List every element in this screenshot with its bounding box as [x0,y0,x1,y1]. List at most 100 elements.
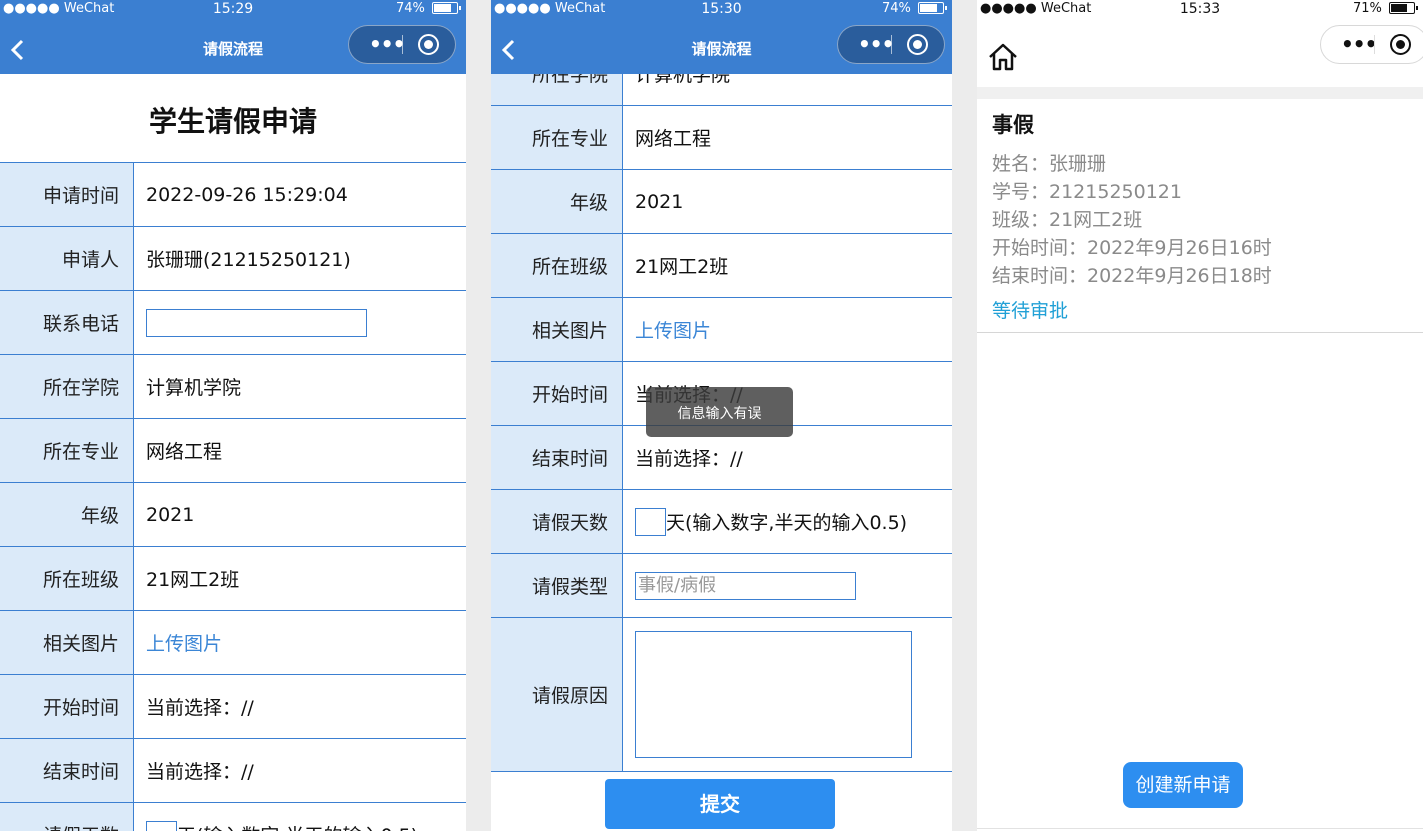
status-bar: ●●●●● WeChat 15:30 74% [491,0,952,18]
grade-value: 2021 [146,503,195,526]
form-row-class: 所在班级 21网工2班 [0,547,466,611]
form-row-apply-time: 申请时间 2022-09-26 15:29:04 [0,163,466,227]
form-row-grade: 年级 2021 [491,170,952,234]
field-label: 相关图片 [0,611,134,674]
status-bar: ●●●●● WeChat 15:33 71% [977,0,1423,18]
field-label: 申请时间 [0,163,134,226]
days-hint: 天(输入数字,半天的输入0.5) [666,512,908,534]
form-row-days: 请假天数 天(输入数字,半天的输入0.5) [491,490,952,554]
mini-program-capsule[interactable]: ••• [1320,25,1423,64]
battery-percent: 74% [395,1,425,16]
class-value: 21网工2班 [146,569,240,591]
battery-percent: 71% [1352,1,1382,16]
more-icon[interactable]: ••• [1341,26,1377,63]
battery-icon [918,2,947,14]
form-row-start-time: 开始时间 当前选择：// [0,675,466,739]
major-value: 网络工程 [635,128,712,150]
form-row-grade: 年级 2021 [0,483,466,547]
field-label: 请假类型 [491,554,623,617]
capsule-divider [402,35,403,54]
field-label: 结束时间 [0,739,134,802]
mini-program-capsule[interactable]: ••• [348,25,456,64]
field-label: 联系电话 [0,291,134,354]
record-end-time: 结束时间：2022年9月26日18时 [992,265,1272,287]
applicant-value: 张珊珊(21215250121) [146,249,351,271]
target-icon[interactable] [418,34,439,55]
battery-percent: 74% [881,1,911,16]
phone-screen-form-top: ●●●●● WeChat 15:29 74% 请假流程 ••• 学生请假申请 申… [0,0,466,831]
days-hint: 天(输入数字,半天的输入0.5) [177,821,418,831]
error-toast: 信息输入有误 [646,387,793,437]
leave-record-card[interactable]: 事假 姓名：张珊珊 学号：21215250121 班级：21网工2班 开始时间：… [977,99,1423,333]
form-row-type: 请假类型 事假/病假 [491,554,952,618]
reason-textarea[interactable] [635,631,912,758]
field-label: 请假天数 [491,490,623,553]
leave-type-input[interactable]: 事假/病假 [635,571,856,600]
reason-cell [623,618,952,771]
battery-icon [1389,2,1418,14]
field-label: 开始时间 [491,362,623,425]
field-label: 所在专业 [0,419,134,482]
form-row-end-time: 结束时间 当前选择：// [0,739,466,803]
form-row-college: 所在学院 计算机学院 [0,355,466,419]
major-value: 网络工程 [146,441,223,463]
phone-screen-records: ●●●●● WeChat 15:33 71% ••• 事假 姓名：张珊珊 学号：… [977,0,1423,831]
field-label: 相关图片 [491,298,623,361]
field-label: 所在班级 [0,547,134,610]
end-time-picker[interactable]: 当前选择：// [134,739,466,802]
field-label: 结束时间 [491,426,623,489]
form-row-applicant: 申请人 张珊珊(21215250121) [0,227,466,291]
nav-bar: ●●●●● WeChat 15:29 74% 请假流程 ••• [0,0,466,74]
field-label: 请假原因 [491,618,623,771]
mini-program-capsule[interactable]: ••• [837,25,945,64]
record-type: 事假 [992,113,1034,137]
form-row-image: 相关图片 上传图片 [491,298,952,362]
form-row-image: 相关图片 上传图片 [0,611,466,675]
page-title: 学生请假申请 [148,105,317,138]
form-row-major: 所在专业 网络工程 [491,106,952,170]
more-icon[interactable]: ••• [369,26,405,63]
battery-status: 74% [881,0,947,18]
field-label: 开始时间 [0,675,134,738]
days-cell: 天(输入数字,半天的输入0.5) [623,490,952,553]
bottom-divider [977,828,1423,829]
field-label: 所在专业 [491,106,623,169]
create-new-request-button[interactable]: 创建新申请 [1123,762,1243,808]
status-bar: ●●●●● WeChat 15:29 74% [0,0,466,18]
more-icon[interactable]: ••• [858,26,894,63]
form-row-major: 所在专业 网络工程 [0,419,466,483]
submit-area: 提交 [491,765,952,831]
record-status: 等待审批 [992,300,1069,322]
leave-form: 申请时间 2022-09-26 15:29:04 申请人 张珊珊(2121525… [0,162,466,831]
upload-image-link[interactable]: 上传图片 [635,316,711,343]
class-value: 21网工2班 [635,256,729,278]
days-input[interactable] [146,820,177,831]
days-input[interactable] [635,507,666,536]
form-row-class: 所在班级 21网工2班 [491,234,952,298]
apply-time-value: 2022-09-26 15:29:04 [146,183,348,206]
field-label: 请假天数 [0,803,134,831]
target-icon[interactable] [1390,34,1411,55]
form-row-days: 请假天数 天(输入数字,半天的输入0.5) [0,803,466,831]
upload-image-link[interactable]: 上传图片 [146,629,222,656]
phone-cell [134,291,466,354]
record-student-id: 学号：21215250121 [992,181,1182,203]
start-time-picker[interactable]: 当前选择：// [134,675,466,738]
field-label: 年级 [0,483,134,546]
phone-input[interactable] [146,308,367,337]
nav-bar: ●●●●● WeChat 15:30 74% 请假流程 ••• [491,0,952,74]
field-label: 所在学院 [0,355,134,418]
phone-screen-form-bottom: 所在学院 计算机学院 所在专业 网络工程 年级 2021 所在班级 21网工2班… [491,0,952,831]
type-cell: 事假/病假 [623,554,952,617]
record-start-time: 开始时间：2022年9月26日16时 [992,237,1272,259]
target-icon[interactable] [907,34,928,55]
submit-button[interactable]: 提交 [605,779,835,829]
divider-strip [977,87,1423,99]
capsule-divider [1374,35,1375,54]
record-name: 姓名：张珊珊 [992,153,1107,175]
days-cell: 天(输入数字,半天的输入0.5) [134,803,466,831]
capsule-divider [891,35,892,54]
form-row-reason: 请假原因 [491,618,952,772]
home-icon[interactable] [986,40,1020,74]
battery-status: 74% [395,0,461,18]
